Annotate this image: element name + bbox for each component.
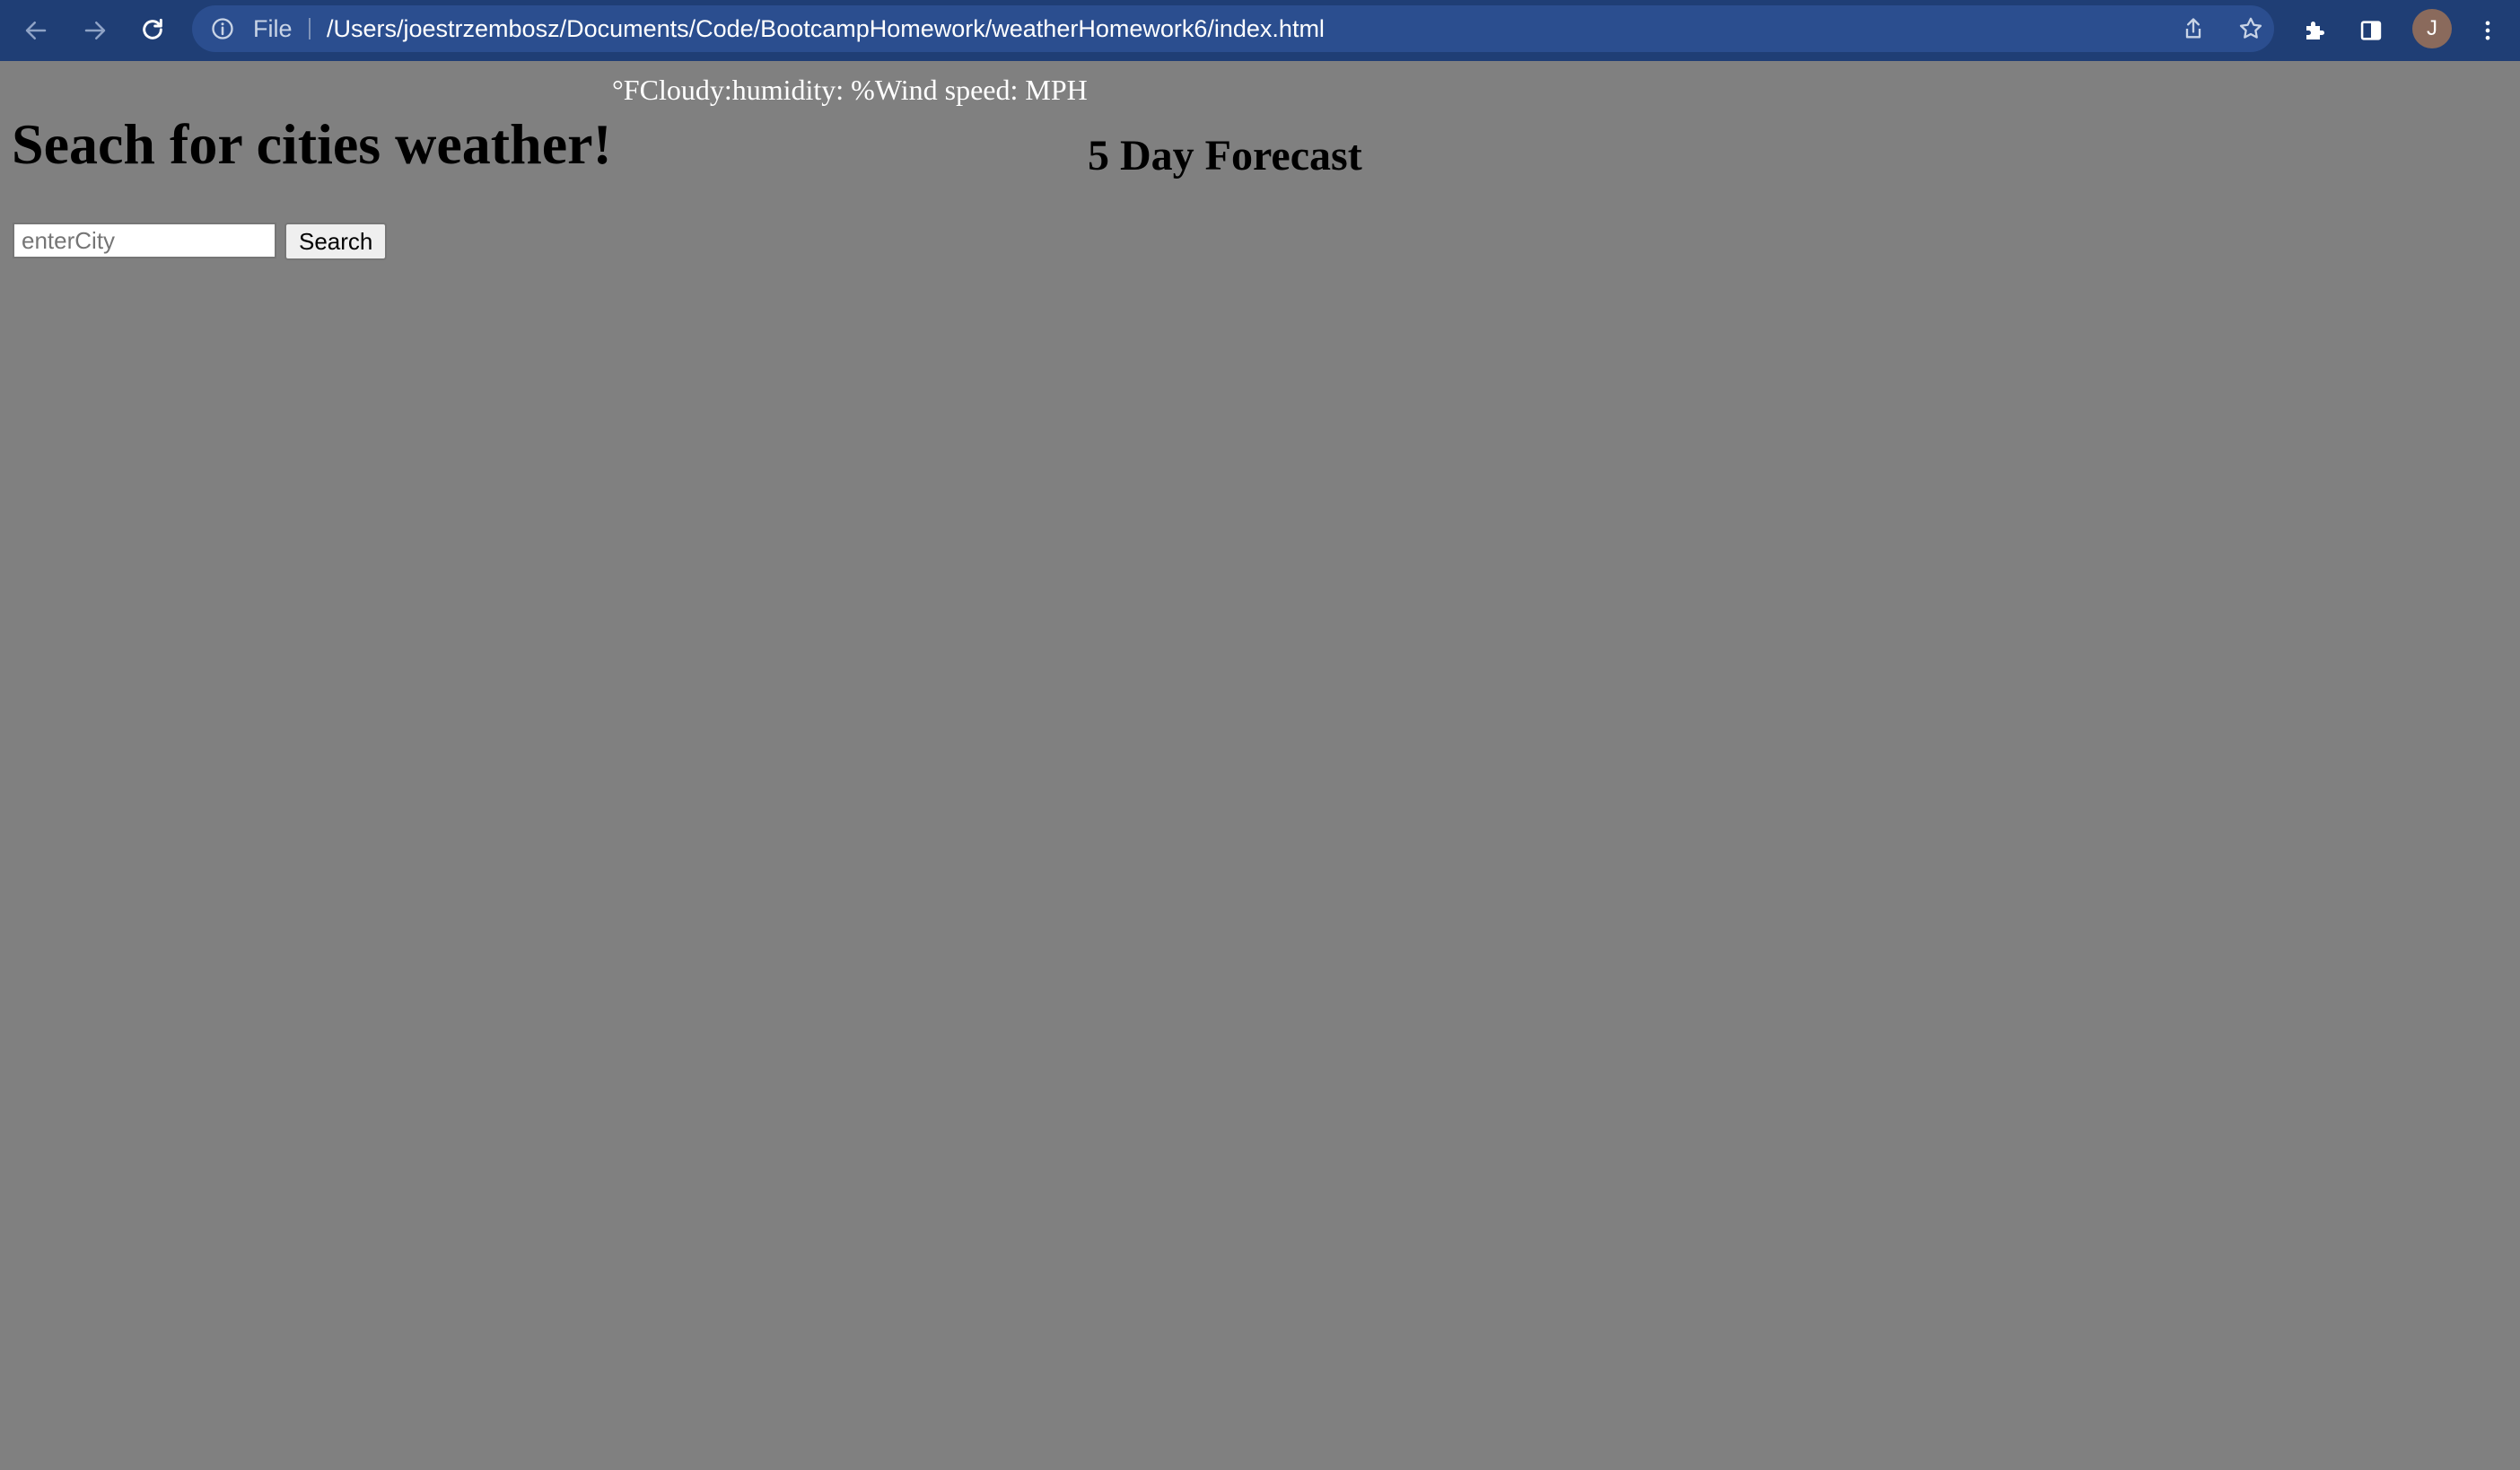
forward-arrow-icon[interactable] [77, 13, 113, 48]
side-panel-icon[interactable] [2353, 13, 2389, 48]
current-weather-text: °FCloudy:humidity: %Wind speed: MPH [612, 74, 1088, 106]
kebab-menu-icon[interactable] [2470, 13, 2506, 48]
omnibox-divider [309, 18, 311, 39]
back-arrow-icon[interactable] [18, 13, 54, 48]
address-bar[interactable]: File /Users/joestrzembosz/Documents/Code… [192, 5, 2274, 52]
page-title: Seach for cities weather! [12, 112, 612, 176]
forecast-title: 5 Day Forecast [1088, 132, 1362, 179]
city-search-input[interactable] [13, 223, 276, 258]
search-button[interactable]: Search [284, 223, 388, 260]
info-icon[interactable] [210, 16, 235, 41]
share-icon[interactable] [2177, 13, 2209, 45]
extensions-puzzle-icon[interactable] [2297, 13, 2333, 48]
scheme-label: File [253, 15, 293, 42]
star-icon[interactable] [2235, 13, 2267, 45]
profile-avatar[interactable]: J [2412, 9, 2452, 48]
reload-icon[interactable] [135, 12, 171, 48]
page-body: °FCloudy:humidity: %Wind speed: MPH Seac… [0, 61, 2520, 1470]
browser-toolbar: File /Users/joestrzembosz/Documents/Code… [0, 0, 2520, 61]
url-text[interactable]: /Users/joestrzembosz/Documents/Code/Boot… [327, 5, 1325, 52]
